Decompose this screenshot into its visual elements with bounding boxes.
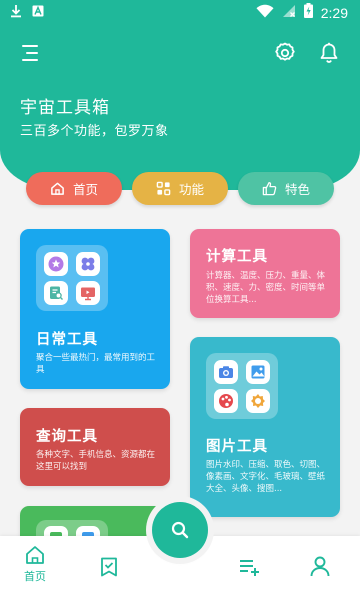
image-tools-desc: 图片水印、压缩、取色、切图、像素画、文字化、毛玻璃、壁纸大全、头像、搜图...	[206, 460, 326, 494]
daily-tools-title: 日常工具	[36, 332, 98, 348]
search-fab[interactable]	[152, 502, 208, 558]
calc-tools-card[interactable]: 计算工具 计算器、温度、压力、重量、体积、速度、力、密度、时间等单位换算工具..…	[190, 229, 340, 318]
star-app-icon	[44, 252, 68, 276]
tab-featured-label: 特色	[284, 182, 310, 197]
user-icon	[310, 556, 330, 577]
flower-app-icon	[76, 252, 100, 276]
app-subtitle: 三百多个功能，包罗万象	[20, 124, 169, 139]
nav-playlist[interactable]	[238, 556, 262, 578]
playlist-add-icon	[240, 560, 259, 576]
battery-charging-icon	[303, 3, 313, 22]
tab-functions[interactable]: 功能	[132, 172, 228, 205]
image-tools-title: 图片工具	[206, 439, 268, 455]
nav-profile[interactable]	[308, 554, 332, 578]
image-icon-box	[206, 353, 278, 419]
status-time: 2:29	[320, 4, 348, 21]
settings-button[interactable]	[273, 41, 297, 65]
menu-icon-line	[26, 52, 38, 54]
menu-icon-line	[22, 59, 38, 61]
app-notification-icon	[32, 5, 44, 21]
query-tools-card[interactable]: 查询工具 各种文字、手机信息、资源都在这里可以找到	[20, 408, 170, 486]
gear-icon	[275, 42, 295, 61]
nav-bookmark[interactable]	[98, 556, 120, 578]
no-signal-icon	[282, 4, 296, 22]
wifi-icon	[256, 4, 274, 22]
bell-icon	[320, 42, 338, 63]
image-tools-card[interactable]: 图片工具 图片水印、压缩、取色、切图、像素画、文字化、毛玻璃、壁纸大全、头像、搜…	[190, 337, 340, 517]
sticker-app-icon	[246, 389, 270, 413]
download-icon	[10, 4, 22, 22]
search-icon	[171, 521, 189, 539]
grid-icon	[156, 181, 171, 196]
tab-home[interactable]: 首页	[26, 172, 122, 205]
nav-home[interactable]: 首页	[24, 544, 46, 584]
document-search-icon	[44, 281, 68, 305]
bookmark-check-icon	[101, 557, 117, 577]
status-bar: 2:29	[0, 0, 360, 26]
home-icon	[26, 546, 44, 564]
palette-app-icon	[214, 389, 238, 413]
thumbs-up-icon	[262, 182, 277, 196]
daily-tools-desc: 聚合一些最热门，最常用到的工具	[36, 353, 156, 375]
tab-featured[interactable]: 特色	[238, 172, 334, 205]
calc-tools-desc: 计算器、温度、压力、重量、体积、速度、力、密度、时间等单位换算工具...	[206, 271, 326, 305]
picture-app-icon	[246, 360, 270, 384]
calc-tools-title: 计算工具	[206, 249, 268, 265]
monitor-app-icon	[76, 281, 100, 305]
notification-button[interactable]	[317, 41, 341, 65]
daily-icon-box	[36, 245, 108, 311]
tab-home-label: 首页	[72, 182, 98, 197]
tab-functions-label: 功能	[178, 182, 204, 197]
daily-tools-card[interactable]: 日常工具 聚合一些最热门，最常用到的工具	[20, 229, 170, 389]
camera-app-icon	[214, 360, 238, 384]
query-tools-title: 查询工具	[36, 429, 98, 445]
home-icon	[51, 182, 64, 195]
app-title: 宇宙工具箱	[20, 98, 110, 118]
nav-home-label: 首页	[24, 570, 46, 583]
menu-icon	[22, 45, 38, 47]
query-tools-desc: 各种文字、手机信息、资源都在这里可以找到	[36, 450, 156, 472]
menu-button[interactable]	[20, 42, 44, 64]
